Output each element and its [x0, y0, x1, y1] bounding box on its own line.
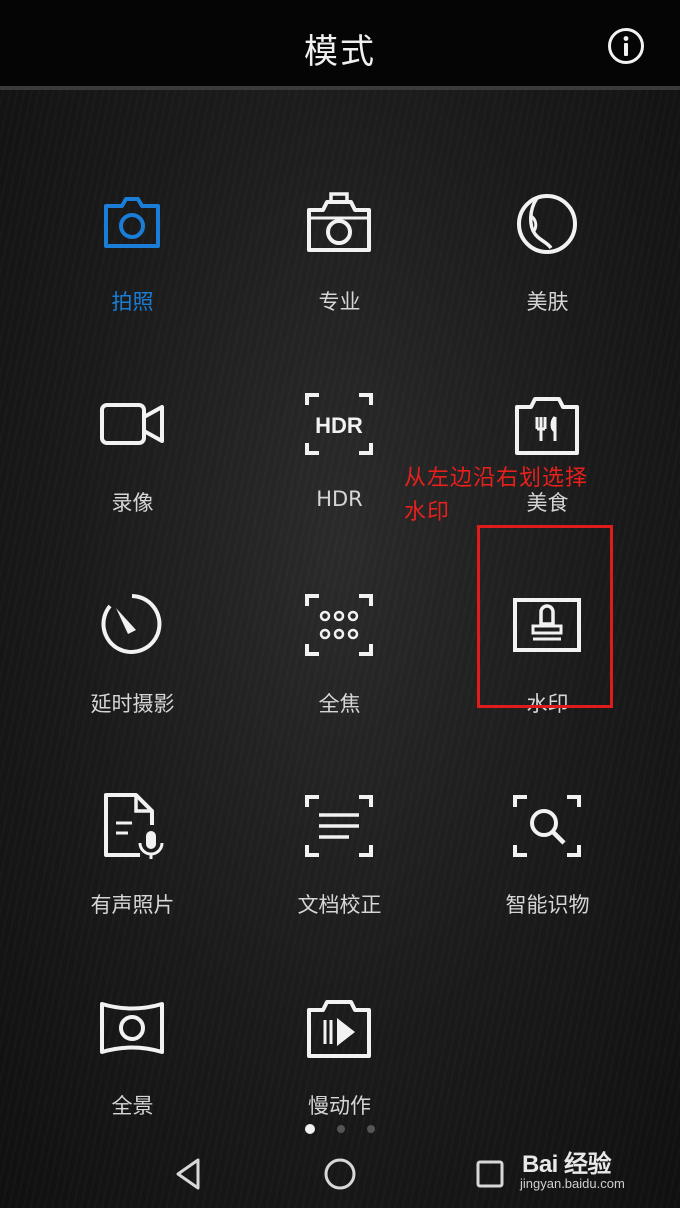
baidu-jingyan-watermark: Bai 经验 jingyan.baidu.com [518, 1140, 658, 1200]
page-title: 模式 [304, 32, 376, 72]
annotation-line: 从左边沿右划选择 [404, 466, 589, 491]
info-icon[interactable] [606, 26, 646, 66]
mode-tile-timelapse[interactable]: 延时摄影 [29, 537, 236, 737]
mode-tile-all-focus[interactable]: 全焦 [236, 537, 443, 737]
mode-tile-object-recognition[interactable]: 智能识物 [444, 738, 651, 938]
svg-text:HDR: HDR [315, 413, 363, 438]
instruction-annotation: 从左边沿右划选择 水印 [404, 462, 654, 530]
mode-tile-slow-motion[interactable]: 慢动作 [236, 939, 443, 1139]
page-dot [337, 1125, 345, 1133]
mode-label: 延时摄影 [90, 692, 175, 716]
food-icon [515, 397, 579, 455]
mode-label: 慢动作 [308, 1094, 371, 1118]
mode-tile-pro[interactable]: 专业 [236, 135, 443, 335]
watermark-brand: Bai 经验 [522, 1151, 612, 1178]
page-dot-active [305, 1124, 315, 1134]
face-beauty-icon [517, 194, 577, 254]
mode-label: 文档校正 [297, 893, 382, 917]
mode-label: 智能识物 [505, 893, 590, 917]
object-recognition-icon [513, 795, 581, 857]
mode-label: 全焦 [318, 692, 361, 716]
header-bar: 模式 [0, 0, 680, 88]
header-divider [0, 86, 680, 90]
audio-photo-icon [104, 793, 164, 859]
timelapse-icon [101, 594, 162, 654]
mode-label: 有声照片 [90, 893, 175, 917]
slow-motion-icon [307, 1000, 371, 1058]
mode-tile-photo[interactable]: 拍照 [29, 135, 236, 335]
camera-icon [104, 197, 160, 248]
mode-label: 拍照 [111, 290, 154, 314]
page-dot [367, 1125, 375, 1133]
mode-label: 美肤 [526, 290, 569, 314]
mode-tile-doc-correction[interactable]: 文档校正 [236, 738, 443, 938]
mode-label: 全景 [111, 1094, 154, 1118]
panorama-icon [100, 1002, 164, 1054]
all-focus-icon [305, 594, 373, 656]
video-camera-icon [100, 403, 164, 445]
mode-label: 专业 [318, 290, 361, 314]
back-icon[interactable] [168, 1154, 208, 1194]
watermark-url: jingyan.baidu.com [520, 1176, 625, 1191]
mode-label: 录像 [111, 491, 154, 515]
home-icon[interactable] [320, 1154, 360, 1194]
mode-tile-audio-photo[interactable]: 有声照片 [29, 738, 236, 938]
mode-tile-beauty[interactable]: 美肤 [444, 135, 651, 335]
hdr-icon: HDR [305, 393, 373, 455]
mode-tile-panorama[interactable]: 全景 [29, 939, 236, 1139]
page-indicator [300, 1122, 380, 1136]
pro-camera-icon [307, 192, 371, 252]
highlight-box [477, 525, 613, 708]
mode-tile-video[interactable]: 录像 [29, 336, 236, 536]
recents-icon[interactable] [470, 1154, 510, 1194]
document-correction-icon [305, 795, 373, 857]
